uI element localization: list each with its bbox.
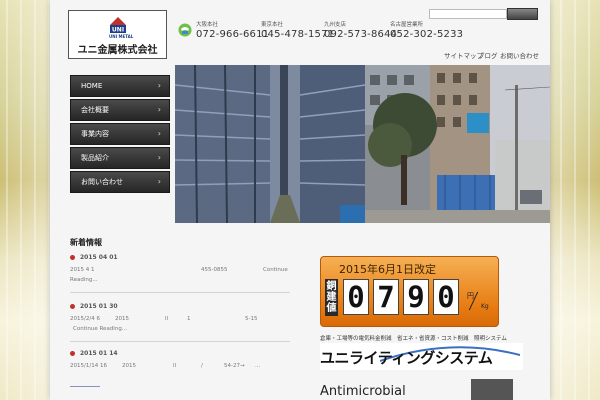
nav-item-contact[interactable]: お問い合わせ › [70, 171, 170, 193]
news-excerpt: 2015/1/14 16 2015 ll / 54-27→ ... [70, 363, 290, 371]
news-date: 2015 01 30 [70, 303, 290, 310]
chevron-right-icon: › [157, 153, 161, 162]
office-name: 九州支店 [324, 22, 347, 28]
office-name: 名古屋営業所 [390, 22, 424, 28]
company-logo[interactable]: UNI UNI METAL ユニ金属株式会社 [68, 10, 167, 59]
news-excerpt-part: ll [165, 316, 169, 322]
office-tel[interactable]: 072-966-6611 [196, 29, 269, 40]
nav-item-label: HOME [81, 82, 103, 90]
office-tel[interactable]: 092-573-8644 [324, 29, 397, 40]
top-link-contact[interactable]: お問い合わせ [500, 50, 539, 60]
price-digit: 7 [373, 279, 399, 315]
news-date: 2015 04 01 [70, 254, 290, 261]
nav-item-products[interactable]: 製品紹介 › [70, 147, 170, 169]
news-excerpt-part: ll [173, 363, 177, 369]
news-excerpt-part: / [201, 363, 203, 369]
news-excerpt-part: 2015/2/4 6 [70, 316, 100, 322]
price-revision-date: 2015年6月1日改定 [339, 263, 436, 276]
bullet-icon [70, 304, 75, 309]
chevron-right-icon: › [157, 129, 161, 138]
price-label: 銅建値 [325, 279, 338, 316]
news-excerpt-part: 54-27→ [224, 363, 245, 369]
divider [70, 292, 290, 293]
news-excerpt-part: ... [255, 363, 261, 369]
chevron-right-icon: › [157, 177, 161, 186]
office-name: 大阪本社 [196, 22, 219, 28]
news-excerpt: 2015/2/4 6 2015 ll 1 5-15 [70, 316, 290, 324]
nav-item-home[interactable]: HOME › [70, 75, 170, 97]
svg-text:UNI: UNI [112, 27, 124, 34]
news-date-text: 2015 04 01 [80, 254, 118, 261]
news-item[interactable]: 2015 04 01 2015 4 1 455-0855 Continue Re… [70, 254, 290, 285]
news-excerpt-part: 5-15 [245, 316, 258, 322]
office-nagoya: 名古屋営業所 052-302-5233 [390, 20, 463, 40]
news-excerpt-part: 2015 [115, 316, 129, 322]
divider [70, 386, 100, 387]
chevron-right-icon: › [157, 81, 161, 90]
top-link-blog[interactable]: ブログ [478, 50, 498, 60]
bullet-icon [70, 351, 75, 356]
news-item[interactable]: 2015 01 14 2015/1/14 16 2015 ll / 54-27→… [70, 350, 290, 371]
continue-reading-link[interactable]: Continue Reading... [73, 326, 127, 332]
search-input[interactable] [429, 9, 507, 19]
news-item[interactable]: 2015 01 30 2015/2/4 6 2015 ll 1 5-15 Con… [70, 303, 290, 334]
continue-reading-link[interactable]: Continue [263, 267, 288, 273]
uni-logo-icon: UNI [110, 17, 126, 34]
divider [70, 341, 290, 342]
antimicrobial-banner-text[interactable]: Antimicrobial [320, 384, 406, 399]
search-button[interactable] [507, 8, 538, 20]
news-excerpt: 2015 4 1 455-0855 Continue [70, 267, 290, 275]
news-excerpt-part: 2015 [122, 363, 136, 369]
news-date-text: 2015 01 30 [80, 303, 118, 310]
lighting-system-banner[interactable]: ユニライティングシステム [320, 343, 523, 370]
office-osaka: 大阪本社 072-966-6611 [196, 20, 269, 40]
news-date: 2015 01 14 [70, 350, 290, 357]
nav-item-label: お問い合わせ [81, 178, 123, 186]
warehouse-photo [175, 65, 550, 223]
office-tel[interactable]: 052-302-5233 [390, 29, 463, 40]
company-name: ユニ金属株式会社 [77, 45, 158, 56]
nav-item-label: 事業内容 [81, 130, 109, 138]
nav-item-company[interactable]: 会社概要 › [70, 99, 170, 121]
news-section-title: 新着情報 [70, 238, 102, 247]
nav-item-label: 会社概要 [81, 106, 109, 114]
antimicrobial-banner-image[interactable] [471, 379, 513, 400]
hero-image [175, 65, 550, 223]
phone-icon [178, 23, 192, 37]
office-kyushu: 九州支店 092-573-8644 [324, 20, 397, 40]
sidebar-nav: HOME › 会社概要 › 事業内容 › 製品紹介 › お問い合わせ › [70, 75, 170, 195]
news-date-text: 2015 01 14 [80, 350, 118, 357]
lighting-banner-text: ユニライティングシステム [320, 349, 493, 367]
nav-item-label: 製品紹介 [81, 154, 109, 162]
logo-subtext: UNI METAL [109, 34, 134, 39]
news-excerpt-part: 1 [187, 316, 191, 322]
page-container: UNI UNI METAL ユニ金属株式会社 大阪本社 072-966-6611… [50, 0, 550, 400]
news-excerpt-part: 455-0855 [201, 267, 228, 273]
bullet-icon [70, 255, 75, 260]
copper-price-banner[interactable]: 2015年6月1日改定 銅建値 0 7 9 0 円 Kg [320, 256, 499, 327]
price-unit-kg: Kg [481, 303, 489, 310]
nav-item-business[interactable]: 事業内容 › [70, 123, 170, 145]
continue-reading-link[interactable]: Reading... [70, 277, 98, 283]
lighting-caption: 倉庫・工場等の電気料金削減 省エネ・省資源・コスト削減 照明システム [320, 336, 507, 342]
news-excerpt-part: 2015/1/14 16 [70, 363, 107, 369]
news-excerpt: Continue Reading... [70, 326, 290, 334]
news-excerpt-part: 2015 4 1 [70, 267, 95, 273]
price-digit: 9 [403, 279, 429, 315]
chevron-right-icon: › [157, 105, 161, 114]
price-digit: 0 [343, 279, 369, 315]
news-excerpt: Reading... [70, 277, 290, 285]
price-digit: 0 [433, 279, 459, 315]
